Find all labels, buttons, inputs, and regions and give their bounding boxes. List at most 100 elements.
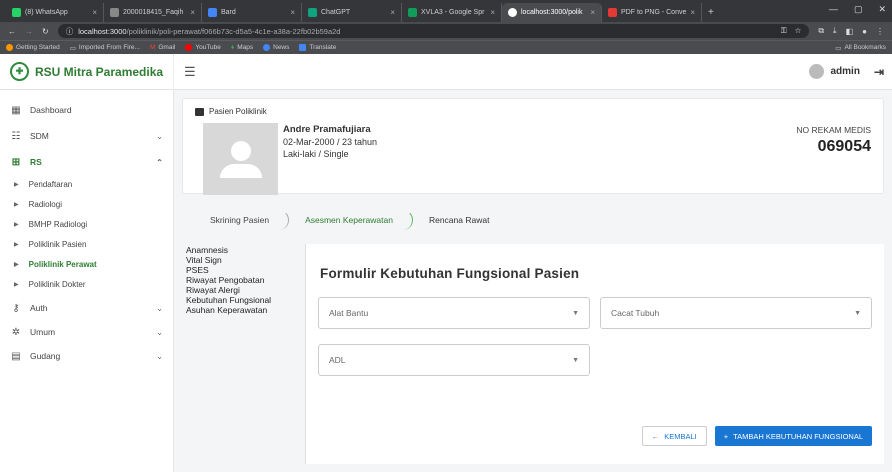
step-rencana-rawat[interactable]: Rencana Rawat [419, 210, 499, 230]
extensions-icon[interactable]: ⧉ [818, 26, 824, 36]
url-field[interactable]: ⓘ localhost:3000/poliklinik/poli-perawat… [57, 24, 810, 38]
menu-item-vital-sign[interactable]: Vital Sign [182, 255, 305, 265]
brand[interactable]: ✚ RSU Mitra Paramedika [0, 53, 174, 90]
globe-icon [508, 8, 517, 17]
chevron-down-icon: ⌄ [156, 131, 163, 141]
menu-item-anamnesis[interactable]: Anamnesis [182, 245, 305, 255]
all-bookmarks[interactable]: ▭ All Bookmarks [835, 44, 886, 52]
sidebar-item-umum[interactable]: ✲ Umum ⌄ [0, 320, 173, 344]
sidebar-subitem-poliklinik-perawat[interactable]: ▶ Poliklinik Perawat [0, 254, 173, 274]
add-functional-need-button[interactable]: + TAMBAH KEBUTUHAN FUNGSIONAL [714, 426, 872, 446]
bookmark-getting-started[interactable]: Getting Started [6, 44, 60, 51]
sidebar-item-rs[interactable]: ⊞ RS ⌃ [0, 150, 173, 174]
sidebar-item-sdm[interactable]: ☷ SDM ⌄ [0, 124, 173, 148]
bookmark-maps[interactable]: ♦ Maps [231, 44, 253, 51]
gmail-icon: M [149, 44, 156, 51]
patient-info: Andre Pramafujiara 02-Mar-2000 / 23 tahu… [283, 124, 377, 160]
bookmark-gmail[interactable]: M Gmail [150, 44, 175, 51]
sidebar-subitem-radiologi[interactable]: ▶ Radiologi [0, 194, 173, 214]
alat-bantu-select[interactable]: Alat Bantu ▼ [318, 297, 590, 329]
menu-item-riwayat-pengobatan[interactable]: Riwayat Pengobatan [182, 275, 305, 285]
hamburger-menu-icon[interactable]: ☰ [184, 64, 196, 80]
bookmark-imported[interactable]: ▭ Imported From Fire... [70, 44, 140, 52]
firefox-icon [6, 44, 13, 51]
download-icon[interactable]: ⤓ [833, 26, 837, 36]
menu-item-pses[interactable]: PSES [182, 265, 305, 275]
maximize-icon[interactable]: ▢ [854, 4, 863, 15]
sidebar-item-dashboard[interactable]: ▦ Dashboard [0, 98, 173, 122]
sidebar: ▦ Dashboard ☷ SDM ⌄ ⊞ RS ⌃ ▶ Pendaftaran ▶ Radi… [0, 90, 174, 472]
youtube-icon [185, 44, 193, 51]
maps-icon: ♦ [230, 44, 235, 51]
sidebar-item-gudang[interactable]: ▤ Gudang ⌄ [0, 344, 173, 368]
reload-icon[interactable]: ↻ [42, 27, 49, 36]
patient-gender-status: Laki-laki / Single [283, 149, 349, 159]
patient-photo [203, 123, 278, 195]
logout-icon[interactable]: ⇥ [874, 65, 884, 79]
site-info-icon[interactable]: ⓘ [66, 26, 74, 37]
username: admin [830, 66, 860, 77]
caret-right-icon: ▶ [14, 181, 19, 188]
caret-right-icon: ▶ [14, 241, 19, 248]
browser-tab-localhost[interactable]: localhost:3000/polik × [502, 3, 602, 22]
key-icon[interactable]: ⚿ [781, 26, 787, 36]
bookmark-translate[interactable]: Translate [299, 44, 336, 51]
menu-item-asuhan-keperawatan[interactable]: Asuhan Keperawatan [182, 305, 305, 315]
close-tab-icon[interactable]: × [290, 8, 295, 17]
browser-tab-sheets[interactable]: XVLA3 - Google Spr × [402, 3, 502, 22]
close-window-icon[interactable]: ✕ [878, 4, 886, 15]
close-tab-icon[interactable]: × [490, 8, 495, 17]
profile-icon[interactable]: ● [862, 27, 867, 36]
whatsapp-icon [12, 8, 21, 17]
sidepanel-icon[interactable]: ◧ [846, 27, 854, 36]
functional-needs-form: Formulir Kebutuhan Fungsional Pasien Ala… [305, 244, 884, 464]
back-button[interactable]: ← KEMBALI [641, 426, 707, 446]
close-tab-icon[interactable]: × [690, 8, 695, 17]
app-topbar: ✚ RSU Mitra Paramedika ☰ admin ⇥ [0, 53, 892, 90]
cacat-tubuh-select[interactable]: Cacat Tubuh ▼ [600, 297, 872, 329]
globe-icon [110, 8, 119, 17]
forward-arrow-icon[interactable]: → [25, 27, 33, 36]
menu-dots-icon[interactable]: ⋮ [876, 27, 884, 36]
browser-tab-faqih[interactable]: 2000018415_Faqih × [104, 3, 202, 22]
step-skrining-pasien[interactable]: Skrining Pasien [200, 210, 279, 230]
assessment-menu: Anamnesis Vital Sign PSES Riwayat Pengob… [182, 244, 305, 464]
browser-tab-bard[interactable]: Bard × [202, 3, 302, 22]
id-card-icon [195, 107, 204, 116]
bookmark-youtube[interactable]: YouTube [185, 44, 221, 51]
plus-icon: + [723, 431, 729, 441]
close-tab-icon[interactable]: × [190, 8, 195, 17]
new-tab-button[interactable]: + [702, 3, 720, 22]
browser-tab-chatgpt[interactable]: ChatGPT × [302, 3, 402, 22]
sidebar-subitem-bmhp-radiologi[interactable]: ▶ BMHP Radiologi [0, 214, 173, 234]
sidebar-item-auth[interactable]: ⚷ Auth ⌄ [0, 296, 173, 320]
user-menu[interactable]: admin ⇥ [809, 64, 884, 79]
folder-icon: ▭ [835, 44, 842, 52]
star-icon[interactable]: ☆ [795, 26, 802, 36]
browser-tab-whatsapp[interactable]: (8) WhatsApp × [6, 3, 104, 22]
grid-icon: ▦ [11, 104, 21, 116]
bookmarks-bar: Getting Started ▭ Imported From Fire... M… [0, 40, 892, 54]
medical-record: NO REKAM MEDIS 069054 [796, 125, 871, 156]
minimize-icon[interactable]: — [829, 4, 838, 15]
folder-icon: ▭ [69, 44, 76, 52]
menu-item-kebutuhan-fungsional[interactable]: Kebutuhan Fungsional [182, 295, 305, 305]
close-tab-icon[interactable]: × [390, 8, 395, 17]
step-asesmen-keperawatan[interactable]: Asesmen Keperawatan [295, 210, 403, 230]
back-arrow-icon[interactable]: ← [8, 27, 16, 36]
adl-select[interactable]: ADL ▼ [318, 344, 590, 376]
menu-item-riwayat-alergi[interactable]: Riwayat Alergi [182, 285, 305, 295]
main-content: Pasien Poliklinik Andre Pramafujiara 02-… [174, 90, 892, 472]
hospital-logo-icon: ✚ [10, 62, 29, 81]
browser-tab-pdf[interactable]: PDF to PNG - Conve × [602, 3, 702, 22]
sidebar-subitem-poliklinik-pasien[interactable]: ▶ Poliklinik Pasien [0, 234, 173, 254]
bookmark-news[interactable]: News [263, 44, 289, 51]
sidebar-subitem-poliklinik-dokter[interactable]: ▶ Poliklinik Dokter [0, 274, 173, 294]
form-row: Alat Bantu ▼ Cacat Tubuh ▼ [318, 297, 872, 329]
close-tab-icon[interactable]: × [92, 8, 97, 17]
close-tab-icon[interactable]: × [590, 8, 595, 17]
sidebar-subitem-pendaftaran[interactable]: ▶ Pendaftaran [0, 174, 173, 194]
dropdown-caret-icon: ▼ [572, 356, 579, 364]
chevron-down-icon: ⌄ [156, 327, 163, 337]
news-icon [263, 44, 271, 51]
